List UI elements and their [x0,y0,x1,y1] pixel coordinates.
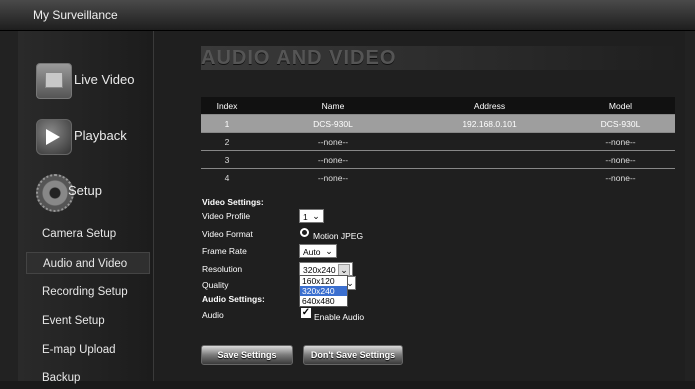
resolution-select[interactable]: 320x240 ⌄ [299,262,353,276]
enable-audio-label: Enable Audio [314,312,365,322]
video-format-label: Video Format [202,229,253,239]
resolution-option[interactable]: 320x240 [300,286,347,296]
cell-model: --none-- [566,150,675,169]
cell-name: --none-- [253,168,413,186]
nav-live-video-label: Live Video [74,72,135,87]
nav-playback[interactable]: Playback [18,117,153,157]
sidebar-item-camera-setup[interactable]: Camera Setup [26,223,150,245]
video-profile-select[interactable]: 1 ⌄ [299,209,324,223]
chevron-down-icon: ⌄ [312,211,320,221]
cell-model: --none-- [566,132,675,151]
video-format-value: Motion JPEG [313,231,364,241]
playback-icon [36,119,72,155]
cell-address [413,168,566,186]
left-edge [0,31,18,381]
cell-index: 2 [201,132,253,151]
enable-audio-checkbox[interactable]: ✓ [301,308,311,318]
save-settings-button[interactable]: Save Settings [201,345,293,365]
table-row[interactable]: 2 --none-- --none-- [201,132,675,151]
nav-setup[interactable]: Setup [18,172,153,212]
sidebar-item-audio-and-video[interactable]: Audio and Video [26,252,150,274]
cell-address [413,150,566,169]
frame-rate-select[interactable]: Auto ⌄ [299,244,337,258]
frame-rate-value: Auto [303,247,321,257]
cell-index: 3 [201,150,253,169]
table-row[interactable]: 1 DCS-930L 192.168.0.101 DCS-930L [201,114,675,133]
resolution-dropdown: 160x120 320x240 640x480 [299,275,348,307]
nav-setup-label: Setup [68,183,102,198]
nav-playback-label: Playback [74,128,127,143]
resolution-label: Resolution [202,264,243,274]
resolution-option[interactable]: 640x480 [300,296,347,306]
sidebar-item-recording-setup[interactable]: Recording Setup [26,281,150,303]
frame-rate-label: Frame Rate [202,246,247,256]
audio-settings-heading: Audio Settings: [202,294,265,304]
table-row[interactable]: 3 --none-- --none-- [201,150,675,169]
chevron-down-icon: ⌄ [325,246,333,256]
sidebar: Live Video Playback Setup Camera Setup A… [18,31,154,384]
table-row[interactable]: 4 --none-- --none-- [201,168,675,186]
cell-address: 192.168.0.101 [413,114,566,133]
dont-save-settings-button[interactable]: Don't Save Settings [303,345,403,365]
app-title: My Surveillance [33,8,118,22]
video-settings-heading: Video Settings: [202,197,264,207]
cell-name: DCS-930L [253,114,413,133]
resolution-value: 320x240 [303,265,336,275]
sidebar-item-backup[interactable]: Backup [26,367,150,389]
cell-name: --none-- [253,132,413,151]
sidebar-item-event-setup[interactable]: Event Setup [26,310,150,332]
cell-index: 1 [201,114,253,133]
resolution-option[interactable]: 160x120 [300,276,347,286]
page-title: AUDIO AND VIDEO [201,46,681,70]
nav-live-video[interactable]: Live Video [18,61,153,101]
right-edge [685,31,695,381]
column-header-model: Model [566,97,675,115]
live-video-icon [36,63,72,99]
column-header-name: Name [253,97,413,115]
sidebar-item-emap-upload[interactable]: E-map Upload [26,339,150,361]
title-bar: My Surveillance [0,0,695,31]
video-profile-label: Video Profile [202,211,251,221]
cell-index: 4 [201,168,253,186]
camera-table: Index Name Address Model 1 DCS-930L 192.… [201,97,675,186]
column-header-address: Address [413,97,566,115]
cell-model: DCS-930L [566,114,675,133]
column-header-index: Index [201,97,253,115]
main-panel: AUDIO AND VIDEO Index Name Address Model… [154,31,685,381]
quality-label: Quality [202,280,229,290]
cell-address [413,132,566,151]
motion-jpeg-radio[interactable] [300,228,309,237]
cell-model: --none-- [566,168,675,186]
audio-label: Audio [202,310,224,320]
video-profile-value: 1 [303,212,308,222]
cell-name: --none-- [253,150,413,169]
